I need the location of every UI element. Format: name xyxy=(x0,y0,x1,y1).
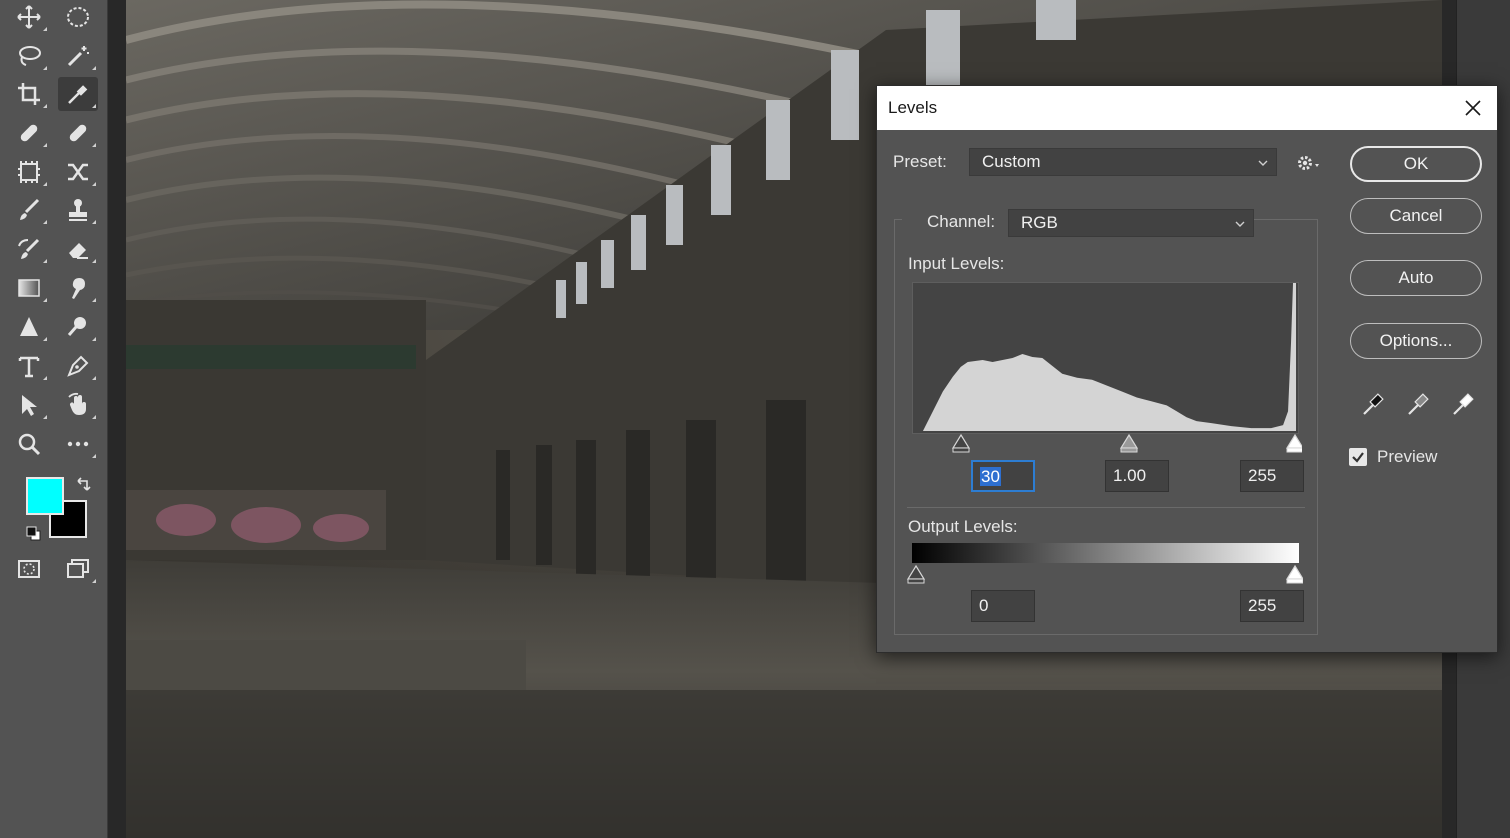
screen-mode-icon xyxy=(67,559,89,578)
crop-tool-button[interactable] xyxy=(9,77,49,111)
spot-healing-icon xyxy=(20,124,38,142)
brush-tool-button[interactable] xyxy=(9,193,49,227)
histogram-graph xyxy=(922,283,1297,432)
magic-wand-icon xyxy=(67,46,89,67)
white-point-eyedropper-icon[interactable] xyxy=(1449,390,1477,418)
black-point-eyedropper-icon[interactable] xyxy=(1359,390,1387,418)
rotate-view-tool-button[interactable] xyxy=(58,388,98,422)
input-levels-label: Input Levels: xyxy=(908,254,1005,273)
preview-checkbox[interactable] xyxy=(1349,448,1367,466)
move-icon xyxy=(17,5,41,29)
output-white-value: 255 xyxy=(1248,596,1277,615)
elliptical-marquee-tool-button[interactable] xyxy=(58,0,98,34)
dialog-titlebar[interactable]: Levels xyxy=(877,86,1497,130)
canvas-gutter-left xyxy=(108,0,126,838)
lasso-tool-button[interactable] xyxy=(9,39,49,73)
path-selection-tool-button[interactable] xyxy=(9,388,49,422)
move-tool-button[interactable] xyxy=(9,0,49,34)
content-aware-icon xyxy=(18,161,40,183)
dodge-tool-button[interactable] xyxy=(58,310,98,344)
input-black-value: 30 xyxy=(980,467,1001,486)
more-tools-icon xyxy=(67,441,89,447)
lasso-icon xyxy=(19,46,41,66)
screen-mode-button[interactable] xyxy=(58,552,98,586)
preset-value: Custom xyxy=(982,152,1041,171)
type-tool-button[interactable] xyxy=(9,349,49,383)
auto-button[interactable]: Auto xyxy=(1350,260,1482,296)
default-colors-icon[interactable] xyxy=(26,526,42,542)
cancel-button[interactable]: Cancel xyxy=(1350,198,1482,234)
chevron-down-icon xyxy=(1235,221,1245,227)
smudge-tool-button[interactable] xyxy=(58,271,98,305)
pen-tool-button[interactable] xyxy=(58,349,98,383)
elliptical-marquee-icon xyxy=(67,7,89,27)
ok-button[interactable]: OK xyxy=(1350,146,1482,182)
input-gamma-field[interactable]: 1.00 xyxy=(1105,460,1169,492)
output-black-value: 0 xyxy=(979,596,989,615)
preset-label: Preset: xyxy=(893,152,947,171)
brush-icon xyxy=(20,198,40,220)
blur-tool-button[interactable] xyxy=(9,310,49,344)
crop-icon xyxy=(18,83,40,105)
input-gamma-value: 1.00 xyxy=(1113,466,1147,485)
output-white-field[interactable]: 255 xyxy=(1240,590,1304,622)
preset-select[interactable]: Custom xyxy=(969,148,1277,176)
options-button[interactable]: Options... xyxy=(1350,323,1482,359)
gear-icon[interactable] xyxy=(1295,152,1321,174)
clone-stamp-icon xyxy=(69,199,87,221)
channel-value: RGB xyxy=(1021,213,1058,232)
path-selection-icon xyxy=(22,395,37,416)
eyedropper-icon xyxy=(68,85,88,104)
swap-colors-icon[interactable] xyxy=(74,476,92,494)
preview-label[interactable]: Preview xyxy=(1377,447,1437,467)
tools-panel xyxy=(0,0,108,838)
dodge-icon xyxy=(67,317,86,336)
spot-healing-tool-button[interactable] xyxy=(9,116,49,150)
content-aware-tool-button[interactable] xyxy=(9,155,49,189)
output-levels-label: Output Levels: xyxy=(908,517,1018,536)
output-gradient-bar xyxy=(912,543,1299,563)
clone-stamp-tool-button[interactable] xyxy=(58,193,98,227)
output-black-field[interactable]: 0 xyxy=(971,590,1035,622)
history-brush-icon xyxy=(18,238,40,259)
magic-wand-tool-button[interactable] xyxy=(58,39,98,73)
bandage-icon xyxy=(69,124,87,142)
output-levels-slider[interactable] xyxy=(907,565,1303,587)
gray-point-eyedropper-icon[interactable] xyxy=(1404,390,1432,418)
levels-dialog: Levels Preset: Custom Channel: RGB Input… xyxy=(876,85,1498,653)
smudge-icon xyxy=(72,278,85,299)
quick-mask-button[interactable] xyxy=(9,552,49,586)
levels-divider xyxy=(907,507,1305,508)
dialog-title: Levels xyxy=(888,98,938,117)
eyedropper-tool-button[interactable] xyxy=(58,77,98,111)
rotate-view-icon xyxy=(68,392,86,415)
eraser-tool-button[interactable] xyxy=(58,232,98,266)
channel-label: Channel: xyxy=(927,212,996,231)
blur-triangle-icon xyxy=(20,317,38,336)
zoom-icon xyxy=(18,433,41,456)
more-tools-button[interactable] xyxy=(58,427,98,461)
eraser-icon xyxy=(69,243,88,259)
input-levels-slider[interactable] xyxy=(912,434,1302,456)
gradient-icon xyxy=(18,279,40,297)
foreground-color-swatch[interactable] xyxy=(26,477,64,515)
gradient-tool-button[interactable] xyxy=(9,271,49,305)
close-icon[interactable] xyxy=(1461,96,1485,120)
channel-select[interactable]: RGB xyxy=(1008,209,1254,237)
pen-icon xyxy=(67,355,89,377)
history-brush-tool-button[interactable] xyxy=(9,232,49,266)
type-icon xyxy=(18,356,40,378)
quick-mask-icon xyxy=(18,560,40,578)
chevron-down-icon xyxy=(1258,160,1268,166)
healing-brush-tool-button[interactable] xyxy=(58,116,98,150)
content-aware-move-icon xyxy=(68,163,88,181)
input-white-field[interactable]: 255 xyxy=(1240,460,1304,492)
content-aware-move-tool-button[interactable] xyxy=(58,155,98,189)
histogram xyxy=(912,282,1299,434)
checkmark-icon xyxy=(1352,452,1364,463)
input-white-value: 255 xyxy=(1248,466,1277,485)
zoom-tool-button[interactable] xyxy=(9,427,49,461)
input-black-field[interactable]: 30 xyxy=(971,460,1035,492)
